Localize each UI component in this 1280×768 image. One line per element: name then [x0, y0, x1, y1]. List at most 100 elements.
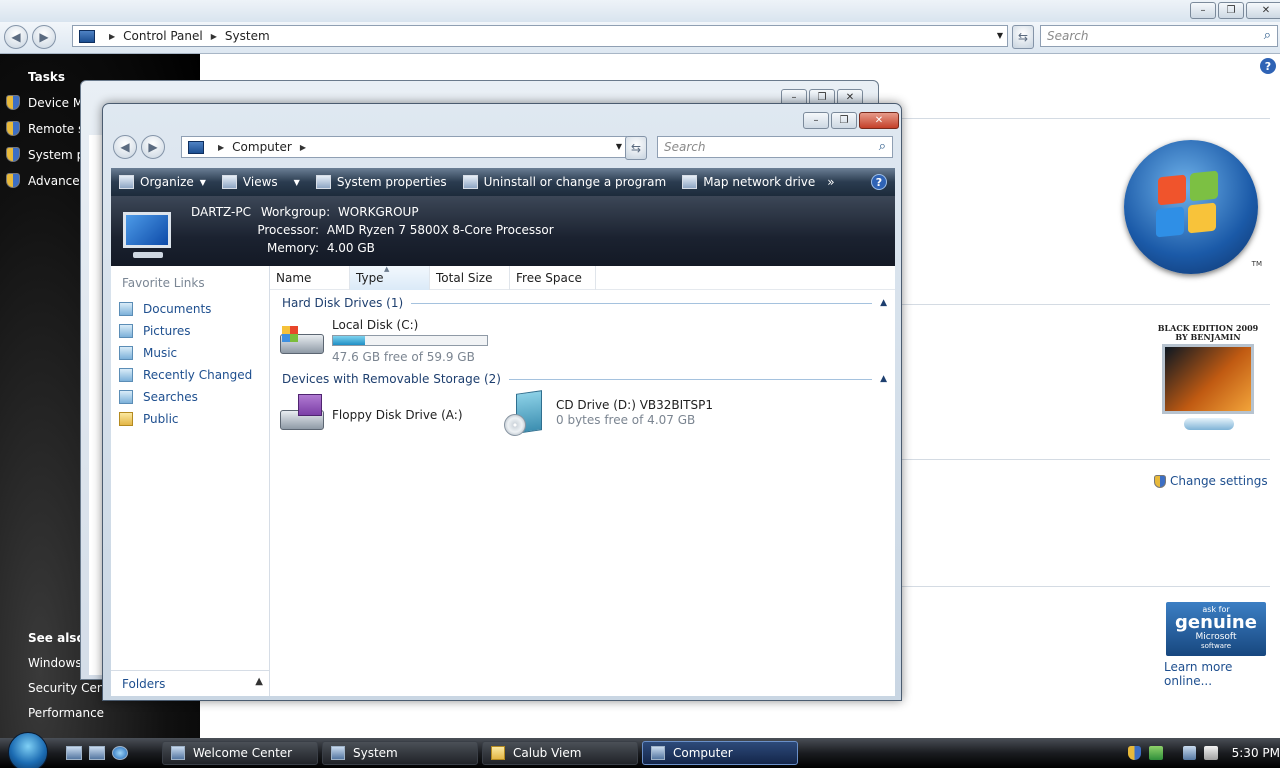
system-properties-button[interactable]: System properties [308, 168, 455, 196]
details-pane: DARTZ-PC Workgroup: WORKGROUP Processor:… [111, 196, 895, 266]
nav-recently-changed[interactable]: Recently Changed [119, 368, 252, 382]
computer-icon [188, 140, 204, 154]
monitor-base [133, 252, 163, 258]
column-free-space[interactable]: Free Space [510, 266, 596, 290]
address-bar[interactable]: ▶ Control Panel ▶ System ▼ [72, 25, 1008, 47]
group-hard-disk-drives[interactable]: Hard Disk Drives (1) ▲ [282, 296, 887, 310]
taskbar: Welcome Center System Calub Viem Compute… [0, 732, 1280, 768]
system-search-input[interactable]: Search ⌕ [1040, 25, 1278, 47]
taskbar-calub-viem[interactable]: Calub Viem [482, 741, 638, 765]
computer-window[interactable]: – ❐ ✕ ◀ ▶ ▶ Computer ▶ ▼ ⇆ Search ⌕ Orga… [102, 103, 902, 701]
section-divider [900, 118, 1270, 119]
column-type[interactable]: ▲ Type [350, 265, 430, 290]
floppy-drive-icon [278, 394, 326, 436]
nav-public[interactable]: Public [119, 412, 179, 426]
back-button[interactable]: ◀ [4, 25, 28, 49]
uninstall-icon [462, 175, 478, 189]
breadcrumb-system[interactable]: System [225, 29, 270, 43]
show-desktop-icon[interactable] [66, 746, 82, 760]
file-list: Name ▲ Type Total Size Free Space Hard D… [270, 265, 895, 696]
search-icon[interactable]: ⌕ [879, 139, 886, 154]
uninstall-program-button[interactable]: Uninstall or change a program [455, 168, 675, 196]
computer-caption-buttons: – ❐ ✕ [803, 112, 899, 129]
windows-defender-icon[interactable] [1149, 746, 1163, 760]
drive-name: Local Disk (C:) [332, 318, 419, 332]
security-shield-icon[interactable] [1128, 746, 1142, 760]
back-button[interactable]: ◀ [113, 135, 137, 159]
more-commands-button[interactable]: » [823, 168, 838, 196]
minimize-button[interactable]: – [1190, 2, 1216, 19]
breadcrumb-separator: ▶ [299, 142, 306, 152]
help-icon[interactable]: ? [871, 174, 887, 190]
taskbar-system[interactable]: System [322, 741, 478, 765]
taskbar-computer[interactable]: Computer [642, 741, 798, 765]
refresh-icon[interactable]: ⇆ [1012, 25, 1034, 49]
column-name[interactable]: Name [270, 266, 350, 290]
collapse-icon[interactable]: ▲ [880, 374, 887, 384]
cd-drive-icon [502, 390, 550, 436]
processor-row: Processor: AMD Ryzen 7 5800X 8-Core Proc… [191, 223, 553, 237]
windows-logo: TM [1124, 140, 1262, 274]
drive-free-space: 47.6 GB free of 59.9 GB [332, 350, 475, 364]
group-divider [411, 302, 873, 304]
taskbar-welcome-center[interactable]: Welcome Center [162, 741, 318, 765]
restore-button[interactable]: ❐ [831, 112, 857, 129]
address-dropdown-icon[interactable]: ▼ [997, 31, 1003, 40]
nav-documents[interactable]: Documents [119, 302, 211, 316]
internet-explorer-icon[interactable] [112, 746, 128, 760]
group-removable-storage[interactable]: Devices with Removable Storage (2) ▲ [282, 372, 887, 386]
nav-music[interactable]: Music [119, 346, 177, 360]
nav-searches[interactable]: Searches [119, 390, 198, 404]
breadcrumb-separator: ▶ [109, 31, 116, 41]
switch-windows-icon[interactable] [89, 746, 105, 760]
forward-button[interactable]: ▶ [141, 135, 165, 159]
column-total-size[interactable]: Total Size [430, 266, 510, 290]
collapse-icon[interactable]: ▲ [880, 298, 887, 308]
close-button[interactable]: ✕ [1246, 2, 1280, 19]
folders-toggle[interactable]: Folders ▲ [111, 670, 269, 696]
start-button[interactable] [8, 732, 48, 768]
genuine-line3: Microsoft [1195, 632, 1237, 642]
change-settings-link[interactable]: Change settings [1154, 474, 1268, 488]
restore-button[interactable]: ❐ [1218, 2, 1244, 19]
column-headers: Name ▲ Type Total Size Free Space [270, 265, 895, 290]
control-panel-icon [79, 29, 95, 43]
group-divider [508, 378, 873, 380]
genuine-microsoft-badge[interactable]: ask for genuine Microsoft software [1166, 602, 1266, 656]
views-button[interactable]: Views ▼ [214, 168, 308, 196]
volume-muted-icon[interactable] [1204, 746, 1218, 760]
drive-local-disk-c[interactable]: Local Disk (C:) 47.6 GB free of 59.9 GB [278, 318, 488, 364]
disk-usage-fill [333, 336, 365, 345]
organize-icon [119, 175, 134, 189]
floppy-disk-icon [298, 394, 322, 416]
nav-label: Searches [143, 390, 198, 404]
drive-info: CD Drive (D:) VB32BITSP1 0 bytes free of… [556, 390, 713, 427]
trademark: TM [1251, 260, 1262, 268]
help-icon[interactable]: ? [1260, 58, 1276, 74]
taskbar-label: Computer [673, 746, 733, 760]
drive-cd-d[interactable]: CD Drive (D:) VB32BITSP1 0 bytes free of… [502, 390, 713, 436]
computer-address-bar[interactable]: ▶ Computer ▶ ▼ [181, 136, 627, 158]
nav-label: Music [143, 346, 178, 360]
computer-icon [651, 746, 665, 760]
map-network-drive-button[interactable]: Map network drive [674, 168, 823, 196]
learn-more-link[interactable]: Learn more online... [1164, 660, 1280, 688]
breadcrumb-control-panel[interactable]: Control Panel [123, 29, 203, 43]
organize-button[interactable]: Organize ▼ [111, 168, 214, 196]
minimize-button[interactable]: – [803, 112, 829, 129]
address-dropdown-icon[interactable]: ▼ [616, 142, 622, 151]
computer-search-input[interactable]: Search ⌕ [657, 136, 893, 158]
folder-icon [119, 412, 133, 426]
forward-button[interactable]: ▶ [32, 25, 56, 49]
uac-shield-icon [6, 95, 20, 110]
refresh-icon[interactable]: ⇆ [625, 136, 647, 160]
drive-floppy-a[interactable]: Floppy Disk Drive (A:) [278, 394, 463, 436]
see-also-performance[interactable]: Performance [28, 706, 222, 720]
nav-pictures[interactable]: Pictures [119, 324, 191, 338]
close-button[interactable]: ✕ [859, 112, 899, 129]
network-icon[interactable] [1182, 746, 1197, 760]
search-icon[interactable]: ⌕ [1264, 28, 1271, 43]
pc-name-row: DARTZ-PC Workgroup: WORKGROUP [191, 205, 419, 219]
breadcrumb-computer[interactable]: Computer [232, 140, 292, 154]
clock[interactable]: 5:30 PM [1232, 746, 1280, 760]
